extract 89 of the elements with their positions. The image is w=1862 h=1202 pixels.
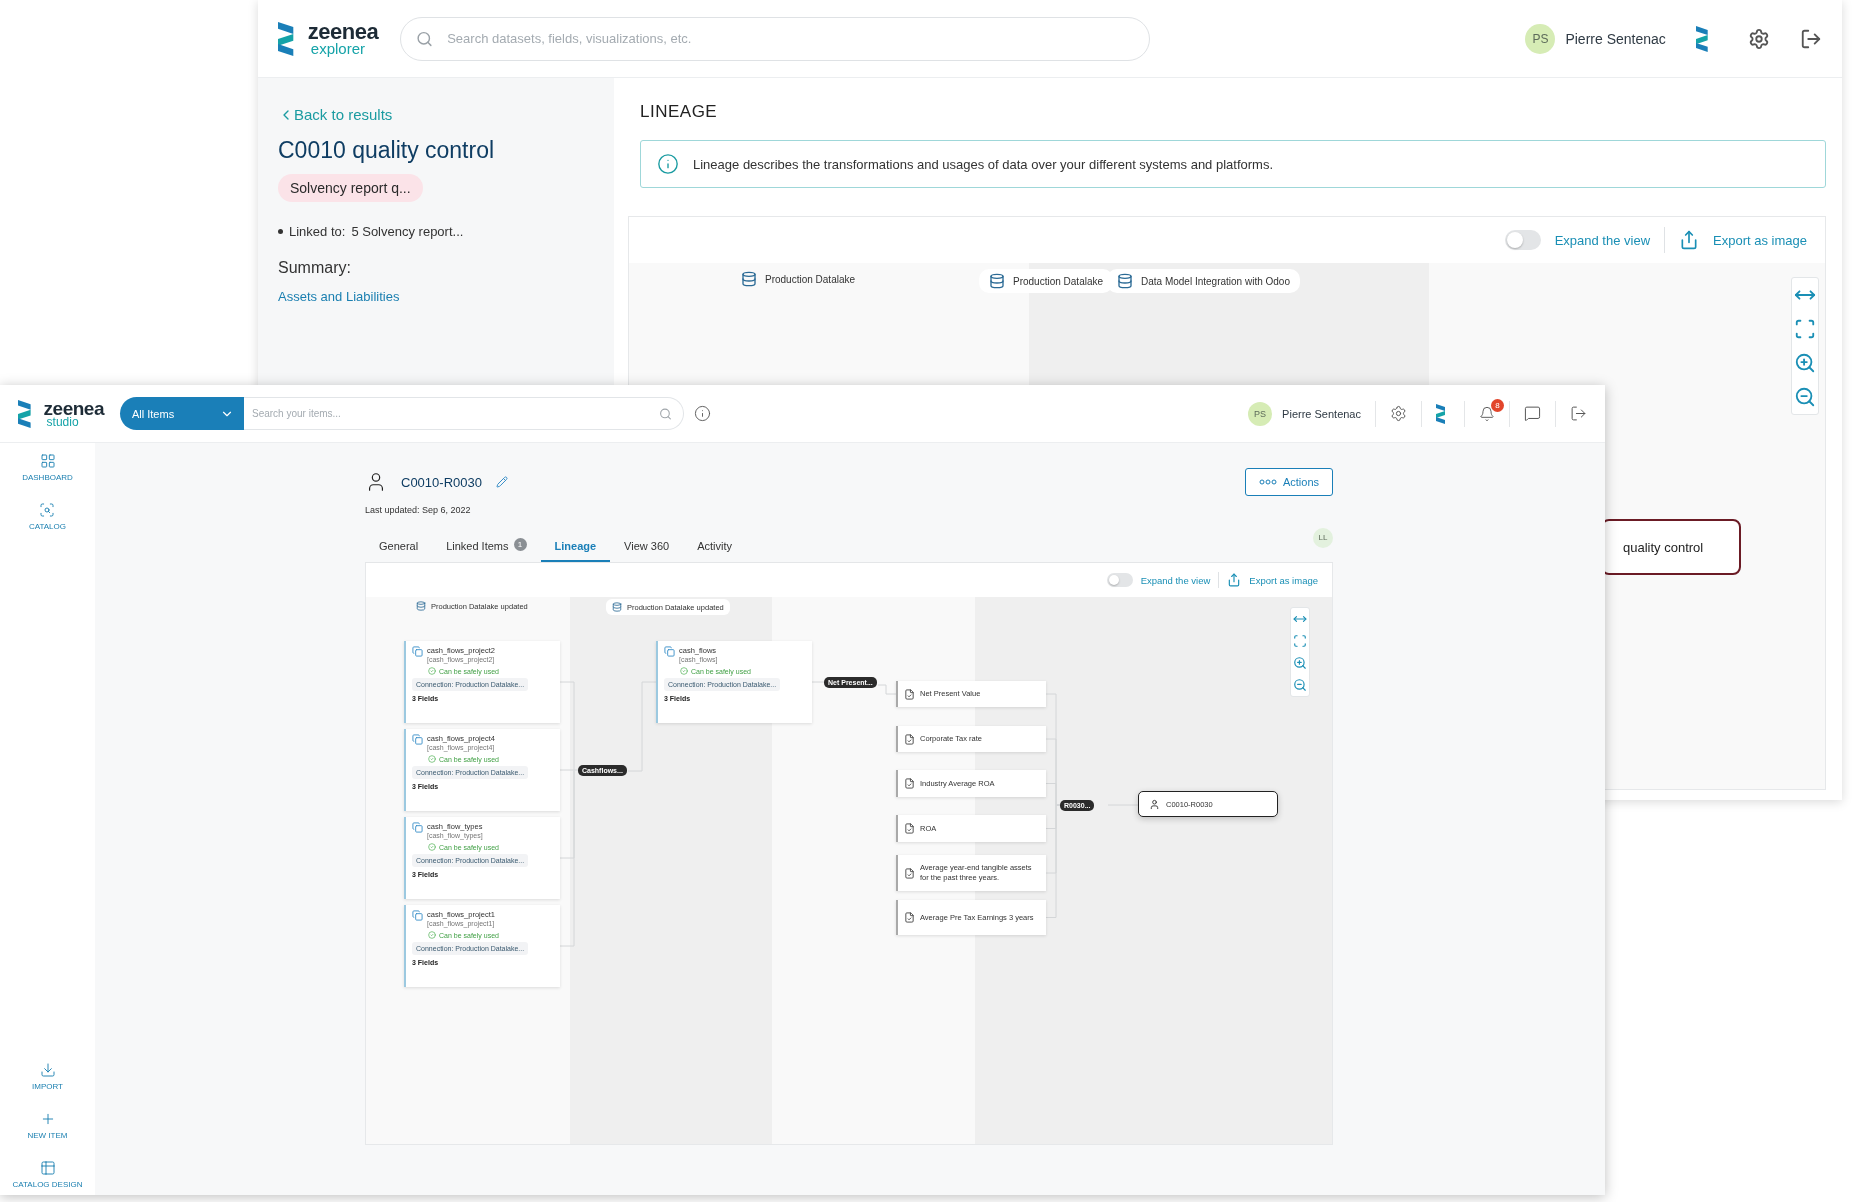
source-label: Production Datalake xyxy=(765,273,856,285)
linked-value: 5 Solvency report... xyxy=(351,224,464,239)
table-icon xyxy=(39,1160,56,1176)
fit-screen-button[interactable] xyxy=(1293,634,1307,648)
catalog-icon xyxy=(39,502,56,518)
bullet-icon xyxy=(278,229,283,234)
database-icon xyxy=(1117,273,1133,289)
connector-line xyxy=(877,684,897,695)
info-button[interactable] xyxy=(693,405,711,422)
zoom-out-button[interactable] xyxy=(1293,678,1307,692)
scope-dropdown[interactable]: All Items xyxy=(119,397,244,430)
logout-button[interactable] xyxy=(1570,405,1587,422)
sidebar-item[interactable]: NEW ITEM xyxy=(27,1111,68,1140)
expand-toggle[interactable] xyxy=(1504,230,1541,250)
dataset-icon xyxy=(412,822,423,833)
notification-badge: 8 xyxy=(1491,398,1504,412)
summary-label: Summary: xyxy=(278,259,351,277)
user-avatar: PS xyxy=(1248,401,1273,426)
field-icon xyxy=(904,867,915,879)
info-icon xyxy=(657,153,679,175)
user-avatar: PS xyxy=(1525,23,1556,54)
dataset-icon xyxy=(412,646,423,657)
app-logo: zeenea explorer xyxy=(278,21,379,56)
actions-button[interactable]: Actions xyxy=(1245,468,1333,496)
database-icon xyxy=(989,273,1005,289)
check-icon xyxy=(428,931,436,939)
search-icon xyxy=(658,407,672,420)
tab[interactable]: Activity xyxy=(683,530,746,562)
expand-toggle[interactable] xyxy=(1106,573,1133,587)
export-icon xyxy=(1679,230,1700,250)
dataset-icon xyxy=(664,646,675,657)
field-icon xyxy=(904,778,915,789)
count-badge: 1 xyxy=(513,538,527,551)
zoom-out-button[interactable] xyxy=(1794,386,1816,408)
field-icon xyxy=(904,733,915,745)
help-button[interactable] xyxy=(1524,405,1541,422)
user-name: Pierre Sentenac xyxy=(1565,30,1666,47)
search-icon xyxy=(416,30,434,47)
category-tag[interactable]: Solvency report q... xyxy=(278,174,423,202)
export-link[interactable]: Export as image xyxy=(1249,574,1318,586)
info-text: Lineage describes the transformations and usages of data over your different systems and platforms. xyxy=(693,156,1274,172)
database-icon xyxy=(612,602,622,612)
summary-link[interactable]: Assets and Liabilities xyxy=(278,289,400,304)
check-icon xyxy=(680,667,688,675)
sidebar-item[interactable]: CATALOG DESIGN xyxy=(12,1160,83,1189)
field-icon xyxy=(904,912,915,923)
expand-link[interactable]: Expand the view xyxy=(1554,232,1651,248)
tab[interactable]: View 360 xyxy=(610,530,684,562)
person-icon xyxy=(1149,798,1160,810)
last-updated: Last updated: Sep 6, 2022 xyxy=(365,505,472,515)
notifications-button[interactable] xyxy=(1479,405,1495,422)
zoom-in-button[interactable] xyxy=(1293,656,1307,670)
field-icon xyxy=(904,823,915,834)
more-icon xyxy=(1258,479,1277,485)
sidebar-item[interactable]: DASHBOARD xyxy=(22,453,73,482)
check-icon xyxy=(428,755,436,763)
sidebar-item[interactable]: IMPORT xyxy=(32,1062,63,1091)
dataset-icon xyxy=(412,910,423,921)
source-label: Production Datalake xyxy=(1013,275,1104,287)
item-title: C0010-R0030 xyxy=(401,474,482,490)
dashboard-icon xyxy=(39,453,56,469)
section-heading: LINEAGE xyxy=(640,102,719,122)
reviewer-avatar: LL xyxy=(1313,527,1333,548)
import-icon xyxy=(39,1062,56,1078)
tab[interactable]: General xyxy=(365,530,433,562)
edit-button[interactable] xyxy=(495,476,508,488)
app-logo: zeenea studio xyxy=(18,399,104,428)
fit-screen-button[interactable] xyxy=(1794,318,1816,340)
zoom-in-button[interactable] xyxy=(1794,352,1816,374)
settings-button[interactable] xyxy=(1390,405,1407,422)
export-icon xyxy=(1227,573,1242,587)
search-field[interactable]: Search your items... xyxy=(243,397,684,430)
dataset-icon xyxy=(412,734,423,745)
export-link[interactable]: Export as image xyxy=(1713,232,1807,248)
tab[interactable]: Linked Items 1 xyxy=(432,530,541,562)
check-icon xyxy=(428,843,436,851)
database-icon xyxy=(741,271,757,287)
database-icon xyxy=(416,601,426,611)
search-field[interactable]: Search datasets, fields, visualizations, etc. xyxy=(400,16,1151,61)
expand-link[interactable]: Expand the view xyxy=(1140,574,1211,586)
source-label: Data Model Integration with Odoo xyxy=(1141,275,1290,287)
settings-button[interactable] xyxy=(1748,27,1770,50)
field-icon xyxy=(904,688,915,700)
item-title: C0010 quality control xyxy=(278,137,495,164)
linked-label: Linked to: xyxy=(289,224,346,239)
user-name: Pierre Sentenac xyxy=(1282,407,1361,420)
logout-button[interactable] xyxy=(1800,27,1822,50)
check-icon xyxy=(428,667,436,675)
sidebar-item[interactable]: CATALOG xyxy=(28,502,66,531)
